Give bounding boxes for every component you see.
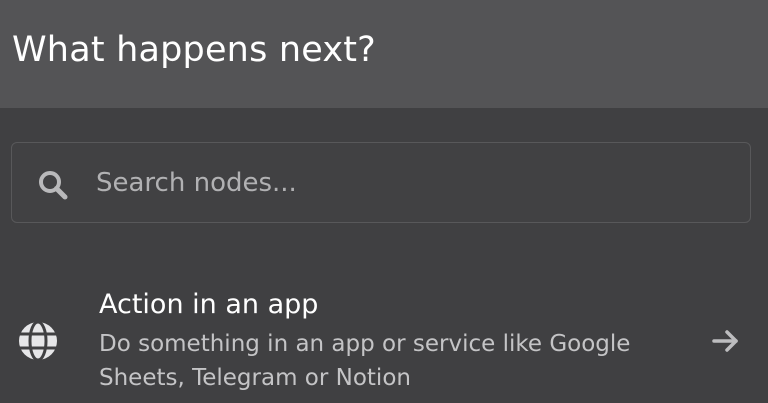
panel-header: What happens next? bbox=[0, 0, 768, 108]
page-title: What happens next? bbox=[12, 30, 376, 70]
search-box[interactable] bbox=[11, 142, 751, 223]
search-icon bbox=[39, 171, 68, 200]
search-input[interactable] bbox=[96, 143, 736, 222]
arrow-right-icon bbox=[712, 330, 738, 352]
globe-icon bbox=[19, 320, 57, 362]
node-item-title: Action in an app bbox=[99, 289, 319, 320]
node-item-description: Do something in an app or service like G… bbox=[99, 331, 631, 391]
